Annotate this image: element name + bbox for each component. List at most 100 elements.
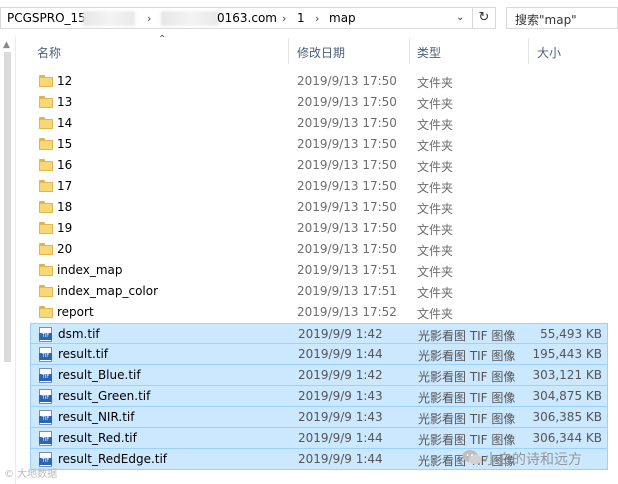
breadcrumb-folder-map[interactable]: map <box>329 11 356 25</box>
file-type: 文件夹 <box>417 97 454 111</box>
file-row[interactable]: TIF dsm.tif 2019/9/9 1:42 光影看图 TIF 图像 55,493… <box>30 323 608 344</box>
file-name: 19 <box>57 221 73 235</box>
file-type: 文件夹 <box>417 223 454 237</box>
file-type: 光影看图 TIF 图像 <box>418 329 516 343</box>
folder-icon <box>39 138 53 150</box>
file-type: 文件夹 <box>417 202 454 216</box>
breadcrumb-separator-icon[interactable]: › <box>282 12 286 25</box>
file-name: 14 <box>57 116 73 130</box>
breadcrumb-root[interactable]: PCGSPRO_15 <box>7 11 86 25</box>
file-name: dsm.tif <box>58 327 100 341</box>
file-row[interactable]: TIF result_NIR.tif 2019/9/9 1:43 光影看图 TIF 图… <box>30 407 608 428</box>
file-date-modified: 2019/9/9 1:43 <box>298 410 383 424</box>
file-row[interactable]: report 2019/9/13 17:52 文件夹 <box>30 302 618 323</box>
tif-image-icon: TIF <box>39 410 52 425</box>
file-row[interactable]: TIF result.tif 2019/9/9 1:44 光影看图 TIF 图像 195… <box>30 344 608 365</box>
breadcrumb-folder-1[interactable]: 1 <box>297 11 305 25</box>
folder-icon <box>39 285 53 297</box>
file-row[interactable]: 20 2019/9/13 17:50 文件夹 <box>30 239 618 260</box>
file-date-modified: 2019/9/9 1:42 <box>298 368 383 382</box>
column-divider[interactable] <box>409 38 410 64</box>
file-date-modified: 2019/9/13 17:50 <box>297 95 397 109</box>
file-type: 文件夹 <box>417 160 454 174</box>
scroll-up-arrow-icon[interactable]: ▲ <box>3 40 10 50</box>
tif-image-icon: TIF <box>39 389 52 404</box>
file-name: result_Blue.tif <box>58 368 141 382</box>
wechat-icon <box>462 450 482 465</box>
folder-icon <box>39 243 53 255</box>
watermark-left: © 大地数据 <box>4 469 58 480</box>
file-name: 16 <box>57 158 73 172</box>
folder-icon <box>39 75 53 87</box>
file-date-modified: 2019/9/13 17:52 <box>297 305 397 319</box>
folder-icon <box>39 306 53 318</box>
search-input[interactable]: 搜索"map" <box>506 7 618 29</box>
file-size: 306,385 KB <box>532 410 602 424</box>
address-history-dropdown-icon[interactable]: ⌄ <box>456 12 464 23</box>
scrollbar-thumb[interactable] <box>4 52 11 362</box>
breadcrumb-separator-icon[interactable]: › <box>315 12 319 25</box>
file-row[interactable]: 14 2019/9/13 17:50 文件夹 <box>30 113 618 134</box>
folder-icon <box>39 180 53 192</box>
file-date-modified: 2019/9/9 1:44 <box>298 452 383 466</box>
refresh-icon[interactable]: ↻ <box>472 8 495 28</box>
file-size: 195,443 KB <box>532 347 602 361</box>
file-date-modified: 2019/9/13 17:50 <box>297 137 397 151</box>
file-row[interactable]: TIF result_Red.tif 2019/9/9 1:44 光影看图 TIF 图… <box>30 428 608 449</box>
file-row[interactable]: 18 2019/9/13 17:50 文件夹 <box>30 197 618 218</box>
breadcrumb-separator-icon[interactable]: › <box>147 12 151 25</box>
column-header-type[interactable]: 类型 <box>417 44 441 61</box>
tif-image-icon: TIF <box>39 347 52 362</box>
breadcrumb-account[interactable]: 0163.com <box>217 11 277 25</box>
file-name: report <box>57 305 94 319</box>
file-row[interactable]: 17 2019/9/13 17:50 文件夹 <box>30 176 618 197</box>
file-row[interactable]: TIF result_Green.tif 2019/9/9 1:43 光影看图 TIF… <box>30 386 608 407</box>
file-name: 13 <box>57 95 73 109</box>
file-row[interactable]: 16 2019/9/13 17:50 文件夹 <box>30 155 618 176</box>
column-divider[interactable] <box>528 38 529 64</box>
file-row[interactable]: index_map_color 2019/9/13 17:51 文件夹 <box>30 281 618 302</box>
file-row[interactable]: 15 2019/9/13 17:50 文件夹 <box>30 134 618 155</box>
file-date-modified: 2019/9/13 17:51 <box>297 263 397 277</box>
file-date-modified: 2019/9/9 1:43 <box>298 389 383 403</box>
column-header-size[interactable]: 大小 <box>537 44 561 61</box>
file-type: 文件夹 <box>417 139 454 153</box>
file-row[interactable]: 19 2019/9/13 17:50 文件夹 <box>30 218 618 239</box>
file-row[interactable]: TIF result_Blue.tif 2019/9/9 1:42 光影看图 TIF … <box>30 365 608 386</box>
folder-icon <box>39 201 53 213</box>
redacted-path-segment <box>83 11 135 26</box>
file-name: result.tif <box>58 347 109 361</box>
file-type: 文件夹 <box>417 265 454 279</box>
file-date-modified: 2019/9/13 17:50 <box>297 221 397 235</box>
file-type: 文件夹 <box>417 244 454 258</box>
file-size: 306,344 KB <box>532 431 602 445</box>
column-header-row: ⌃ 名称 修改日期 类型 大小 <box>30 34 618 64</box>
column-divider[interactable] <box>288 38 289 64</box>
file-type: 文件夹 <box>417 181 454 195</box>
redacted-path-segment <box>161 11 219 26</box>
file-date-modified: 2019/9/9 1:42 <box>298 327 383 341</box>
file-name: 18 <box>57 200 73 214</box>
column-header-name[interactable]: 名称 <box>37 44 61 61</box>
tif-image-icon: TIF <box>39 368 52 383</box>
file-type: 光影看图 TIF 图像 <box>418 370 516 384</box>
file-date-modified: 2019/9/9 1:44 <box>298 347 383 361</box>
file-type: 文件夹 <box>417 76 454 90</box>
folder-icon <box>39 159 53 171</box>
file-name: index_map <box>57 263 123 277</box>
file-row[interactable]: index_map 2019/9/13 17:51 文件夹 <box>30 260 618 281</box>
file-row[interactable]: 13 2019/9/13 17:50 文件夹 <box>30 92 618 113</box>
file-size: 304,875 KB <box>532 389 602 403</box>
file-type: 文件夹 <box>417 286 454 300</box>
file-date-modified: 2019/9/13 17:51 <box>297 284 397 298</box>
file-name: 12 <box>57 74 73 88</box>
folder-icon <box>39 117 53 129</box>
file-type: 文件夹 <box>417 118 454 132</box>
file-date-modified: 2019/9/13 17:50 <box>297 158 397 172</box>
address-bar[interactable]: PCGSPRO_15 › 0163.com › 1 › map ⌄ ↻ <box>0 7 496 29</box>
navigation-pane-scrollbar[interactable]: ▲ <box>0 36 16 484</box>
sort-ascending-icon: ⌃ <box>158 34 167 45</box>
file-row[interactable]: 12 2019/9/13 17:50 文件夹 <box>30 71 618 92</box>
column-header-date[interactable]: 修改日期 <box>297 44 345 61</box>
folder-icon <box>39 96 53 108</box>
